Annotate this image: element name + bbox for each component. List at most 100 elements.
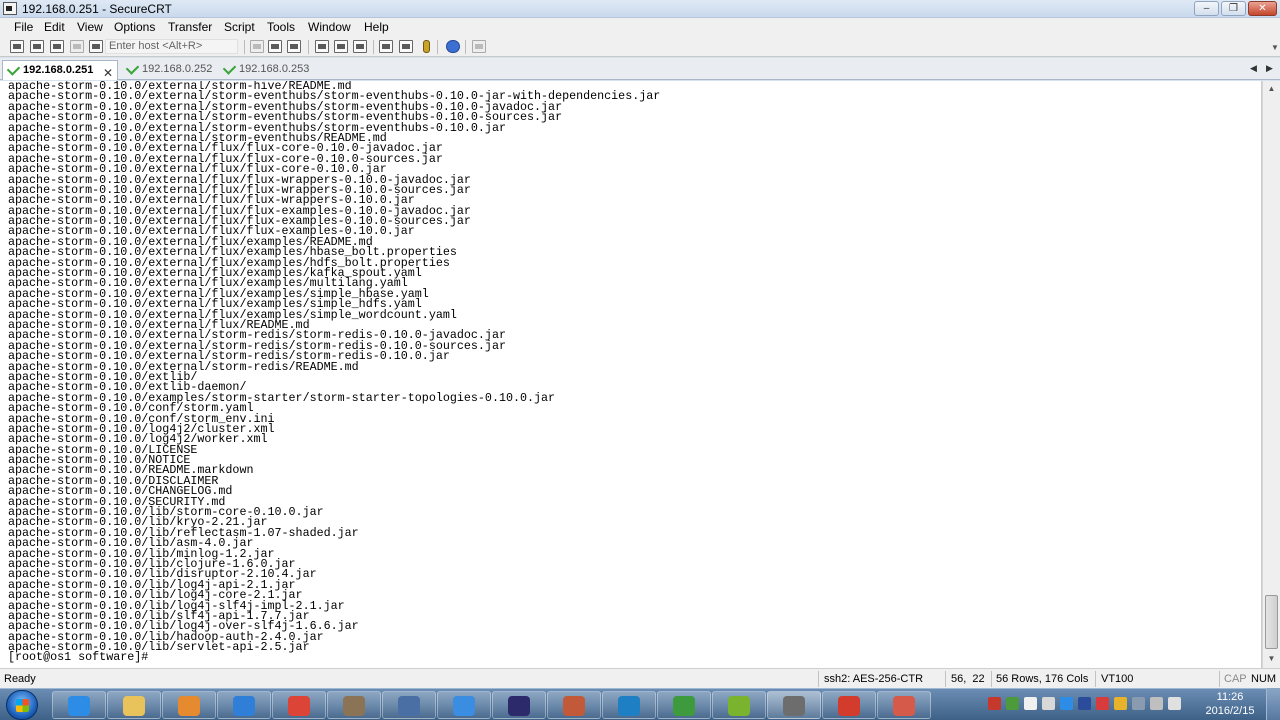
key-generator-icon[interactable] [423, 40, 430, 53]
clock-date: 2016/2/15 [1205, 705, 1255, 717]
connect-in-tab-icon[interactable] [50, 40, 64, 53]
cloud-tray-icon[interactable] [1132, 697, 1145, 710]
tab-192-168-0-252[interactable]: 192.168.0.252 [122, 60, 220, 80]
taskbar-presentation-tool-button[interactable] [657, 691, 711, 719]
show-desktop-button[interactable] [1266, 688, 1280, 720]
connect-icon[interactable] [10, 40, 24, 53]
status-num-lock: NUM [1251, 673, 1277, 685]
tab-192-168-0-251[interactable]: 192.168.0.251 ✕ [2, 60, 118, 80]
close-button[interactable]: ✕ [1248, 1, 1277, 16]
terminal-scrollbar[interactable]: ▲ ▼ [1262, 81, 1280, 668]
clock-time: 11:26 [1216, 691, 1244, 703]
tab-scroll-left-icon[interactable]: ◀ [1250, 63, 1257, 74]
help-icon[interactable] [446, 40, 460, 53]
virtualbox-icon [618, 696, 640, 716]
shield-tray-icon[interactable] [988, 697, 1001, 710]
menu-tools[interactable]: Tools [267, 20, 295, 34]
status-separator [1095, 671, 1096, 687]
taskbar-xmind-button[interactable] [822, 691, 876, 719]
session-tab-bar: 192.168.0.251 ✕ 192.168.0.252 192.168.0.… [0, 58, 1280, 80]
taskbar-eclipse-button[interactable] [492, 691, 546, 719]
taskbar-tool-app-button[interactable] [877, 691, 931, 719]
display-tray-icon[interactable] [1150, 697, 1163, 710]
menu-edit[interactable]: Edit [44, 20, 65, 34]
shell-prompt: [root@os1 software]# [8, 650, 149, 665]
maximize-button[interactable]: ❐ [1221, 1, 1246, 16]
menu-options[interactable]: Options [114, 20, 155, 34]
taskbar-internet-explorer-button[interactable] [52, 691, 106, 719]
taskbar-securecrt-button[interactable] [767, 691, 821, 719]
taskbar-network-share-button[interactable] [217, 691, 271, 719]
update-tray-icon[interactable] [1060, 697, 1073, 710]
tab-label: 192.168.0.252 [142, 63, 213, 75]
status-separator [945, 671, 946, 687]
terminal-view[interactable]: apache-storm-0.10.0/external/storm-hive/… [0, 81, 1262, 668]
windows-tray-icon[interactable] [1024, 697, 1037, 710]
connected-check-icon [6, 62, 21, 76]
status-cipher: ssh2: AES-256-CTR [824, 673, 924, 685]
menu-help[interactable]: Help [364, 20, 389, 34]
speaker-tray-icon[interactable] [1168, 697, 1181, 710]
host-input[interactable]: Enter host <Alt+R> [105, 39, 238, 54]
toolbar-grip-icon[interactable]: ▼ [1271, 43, 1279, 53]
terminal-line: apache-storm-0.10.0/lib/servlet-api-2.5.… [8, 640, 310, 655]
taskbar-archive-tool-button[interactable] [327, 691, 381, 719]
taskbar-mindmap-app-button[interactable] [712, 691, 766, 719]
find-icon[interactable] [287, 40, 301, 53]
remote-desktop-icon [398, 696, 420, 716]
taskbar-character-app-button[interactable] [547, 691, 601, 719]
connected-check-icon [222, 61, 237, 75]
terminal-output: apache-storm-0.10.0/external/storm-hive/… [8, 81, 1258, 665]
menu-bar: File Edit View Options Transfer Script T… [0, 18, 1280, 37]
qq-tray-icon[interactable] [1114, 697, 1127, 710]
bluetooth-tray-icon[interactable] [1096, 697, 1109, 710]
status-separator [991, 671, 992, 687]
paste-icon[interactable] [268, 40, 282, 53]
securecrt-app-icon[interactable] [3, 2, 17, 15]
chrome-icon [288, 696, 310, 716]
scroll-up-icon[interactable]: ▲ [1263, 81, 1280, 97]
keyboard-tray-icon[interactable] [1042, 697, 1055, 710]
taskbar-chrome-button[interactable] [272, 691, 326, 719]
session-options-icon[interactable] [379, 40, 393, 53]
toolbar-separator [373, 40, 374, 54]
print-selection-icon[interactable] [334, 40, 348, 53]
connected-check-icon [125, 61, 140, 75]
scroll-down-icon[interactable]: ▼ [1263, 651, 1280, 667]
taskbar-clock[interactable]: 11:26 2016/2/15 [1200, 690, 1260, 718]
antivirus-tray-icon[interactable] [1078, 697, 1091, 710]
network-tray-icon[interactable] [1006, 697, 1019, 710]
tab-close-icon[interactable]: ✕ [103, 64, 113, 82]
feather-app-icon [453, 696, 475, 716]
terminal-line: apache-storm-0.10.0/LICENSE [8, 442, 198, 457]
tab-scroll-right-icon[interactable]: ▶ [1266, 63, 1273, 74]
menu-transfer[interactable]: Transfer [168, 20, 212, 34]
taskbar-feather-app-button[interactable] [437, 691, 491, 719]
quick-connect-icon[interactable] [30, 40, 44, 53]
print-setup-icon[interactable] [353, 40, 367, 53]
media-player-icon [178, 696, 200, 716]
scrollbar-thumb[interactable] [1265, 595, 1278, 649]
taskbar-file-explorer-button[interactable] [107, 691, 161, 719]
mindmap-app-icon [728, 696, 750, 716]
taskbar-virtualbox-button[interactable] [602, 691, 656, 719]
taskbar-remote-desktop-button[interactable] [382, 691, 436, 719]
global-options-icon[interactable] [399, 40, 413, 53]
menu-script[interactable]: Script [224, 20, 255, 34]
minimize-button[interactable]: ‒ [1194, 1, 1219, 16]
taskbar-media-player-button[interactable] [162, 691, 216, 719]
copy-icon[interactable] [250, 40, 264, 53]
sftp-icon[interactable] [472, 40, 486, 53]
menu-window[interactable]: Window [308, 20, 351, 34]
window-title: 192.168.0.251 - SecureCRT [22, 2, 172, 16]
network-share-icon [233, 696, 255, 716]
tab-label: 192.168.0.253 [239, 63, 310, 75]
print-icon[interactable] [315, 40, 329, 53]
start-button[interactable] [6, 690, 38, 720]
menu-file[interactable]: File [14, 20, 33, 34]
tab-192-168-0-253[interactable]: 192.168.0.253 [219, 60, 317, 80]
disconnect-icon[interactable] [89, 40, 103, 53]
status-separator [818, 671, 819, 687]
menu-view[interactable]: View [77, 20, 103, 34]
reconnect-icon[interactable] [70, 40, 84, 53]
